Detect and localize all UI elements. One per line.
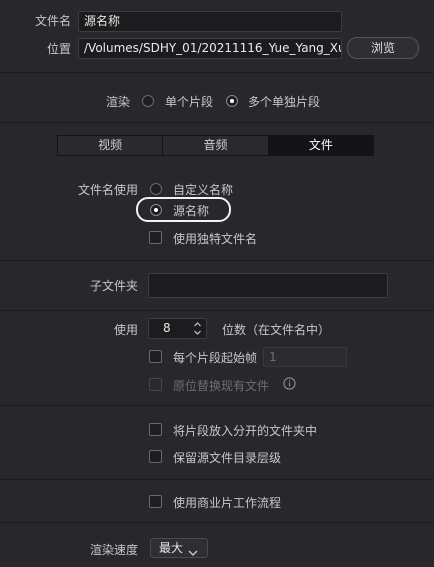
render-label: 渲染 [106,95,131,109]
unique-filename-label[interactable]: 使用独特文件名 [173,230,257,247]
digits-stepper[interactable]: 8 [148,318,207,339]
divider [0,310,434,311]
divider [0,260,434,261]
custom-name-label[interactable]: 自定义名称 [173,181,233,198]
divider [0,479,434,480]
render-single-radio[interactable] [142,95,154,107]
render-multiple-radio[interactable] [226,95,238,107]
filename-label: 文件名 [34,14,71,28]
replace-in-place-label[interactable]: 原位替换现有文件 [173,377,269,394]
divider [0,122,434,123]
source-name-label[interactable]: 源名称 [173,202,209,219]
tab-audio[interactable]: 音频 [163,136,269,155]
divider [0,522,434,523]
render-single-label[interactable]: 单个片段 [165,93,213,110]
render-speed-value: 最大 [159,541,184,555]
start-frame-checkbox[interactable] [149,350,162,363]
info-icon[interactable] [283,377,296,390]
browse-button[interactable]: 浏览 [347,37,419,59]
divider [0,72,434,73]
digits-value: 8 [163,321,171,335]
preserve-hierarchy-label[interactable]: 保留源文件目录层级 [173,449,281,466]
commercial-workflow-checkbox[interactable] [149,495,162,508]
filename-use-label: 文件名使用 [77,183,138,197]
stepper-arrows-icon[interactable] [193,319,202,338]
separate-folders-label[interactable]: 将片段放入分开的文件夹中 [173,422,317,439]
digits-suffix: 位数（在文件名中） [222,323,331,337]
render-speed-label: 渲染速度 [89,543,138,557]
digits-label: 使用 [113,323,138,337]
commercial-workflow-label[interactable]: 使用商业片工作流程 [173,494,281,511]
chevron-down-icon [188,544,198,562]
location-label: 位置 [46,42,71,56]
subfolder-label: 子文件夹 [89,279,138,293]
start-frame-label[interactable]: 每个片段起始帧 [173,349,257,366]
divider [0,405,434,406]
source-name-radio[interactable] [150,204,162,216]
settings-tabs: 视频 音频 文件 [57,135,374,156]
separate-folders-checkbox[interactable] [149,423,162,436]
filename-input[interactable]: 源名称 [78,11,342,32]
render-multiple-label[interactable]: 多个单独片段 [248,93,320,110]
subfolder-input[interactable] [148,273,388,298]
custom-name-radio[interactable] [150,183,162,195]
tab-video[interactable]: 视频 [58,136,164,155]
start-frame-input[interactable]: 1 [263,347,347,367]
render-speed-dropdown[interactable]: 最大 [150,538,208,558]
unique-filename-checkbox[interactable] [149,231,162,244]
preserve-hierarchy-checkbox[interactable] [149,450,162,463]
replace-in-place-checkbox[interactable] [149,378,162,391]
tab-file[interactable]: 文件 [268,136,373,155]
location-input[interactable]: /Volumes/SDHY_01/20211116_Yue_Yang_Xun_I [78,38,342,59]
